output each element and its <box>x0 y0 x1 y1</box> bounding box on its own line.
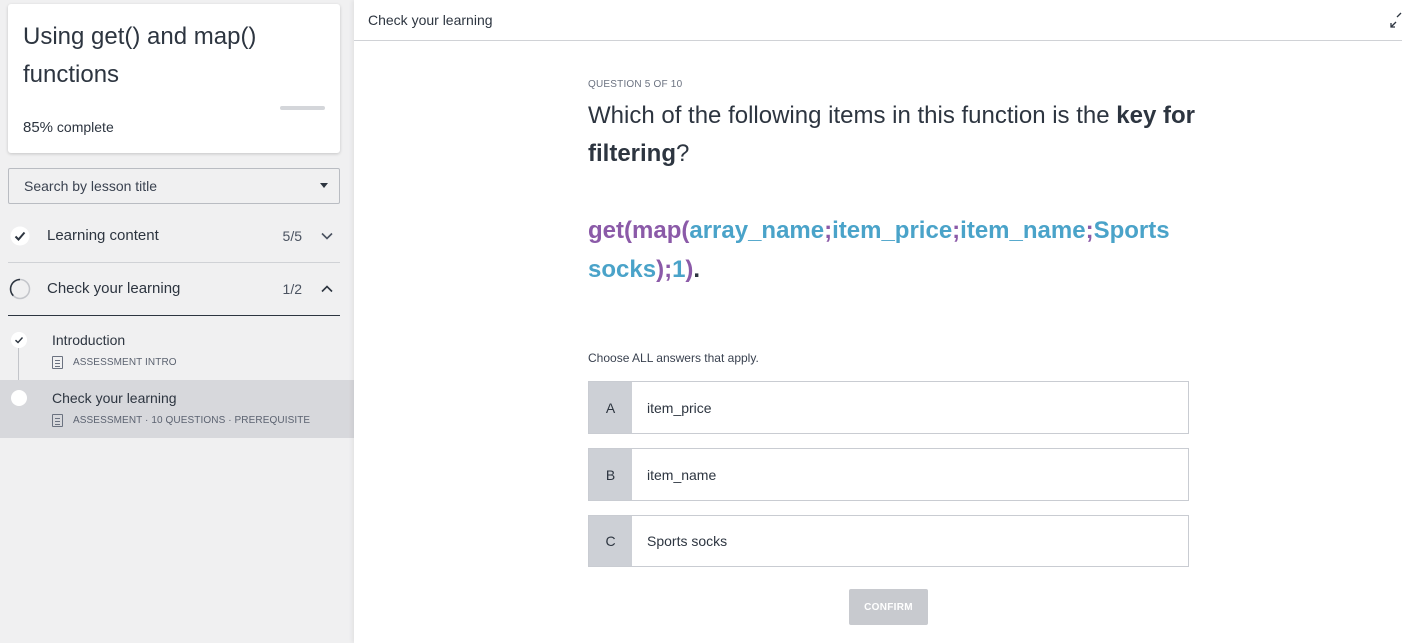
formula-get: get( <box>588 217 632 244</box>
sidebar: Using get() and map() functions 85% comp… <box>0 0 354 643</box>
lesson-meta-text: ASSESSMENT · 10 QUESTIONS · PREREQUISITE <box>73 414 311 426</box>
formula: get(map(array_name;item_price;item_name;… <box>588 211 1208 289</box>
formula-period: . <box>693 256 701 283</box>
formula-arg-item-name: item_name <box>960 217 1086 244</box>
progress-text: 85% complete <box>23 119 114 136</box>
section-label: Check your learning <box>47 280 181 297</box>
lesson-item-check-your-learning[interactable]: Check your learning ASSESSMENT · 10 QUES… <box>0 380 354 438</box>
formula-arg-array-name: array_name <box>689 217 825 244</box>
lesson-search-dropdown[interactable]: Search by lesson title <box>8 168 340 204</box>
lesson-current-dot-icon <box>11 390 27 406</box>
option-text: Sports socks <box>647 533 728 549</box>
formula-separator: ; <box>824 217 833 244</box>
option-letter: C <box>589 516 632 566</box>
progress-suffix: complete <box>56 119 114 135</box>
section-label: Learning content <box>47 227 159 244</box>
answer-instruction: Choose ALL answers that apply. <box>588 351 759 365</box>
checkmark-icon <box>10 226 30 246</box>
formula-close-paren: ) <box>656 256 665 283</box>
document-icon <box>52 355 63 369</box>
option-text: item_name <box>647 466 717 483</box>
lesson-complete-check-icon <box>11 332 27 348</box>
confirm-button[interactable]: CONFIRM <box>849 589 928 625</box>
lesson-item-introduction[interactable]: Introduction ASSESSMENT INTRO <box>0 322 354 388</box>
option-letter: A <box>589 382 632 433</box>
course-title: Using get() and map() functions <box>23 23 257 88</box>
progress-ring-icon <box>9 278 31 300</box>
option-letter: B <box>589 449 632 500</box>
chevron-up-icon <box>321 285 333 293</box>
question-text-end: ? <box>676 140 690 167</box>
course-card: Using get() and map() functions 85% comp… <box>8 4 340 153</box>
formula-separator: ; <box>952 217 961 244</box>
formula-arg-item-price: item_price <box>832 217 953 244</box>
lesson-meta: ASSESSMENT INTRO <box>52 355 177 369</box>
progress-percent: 85% <box>23 119 54 136</box>
section-check-your-learning[interactable]: Check your learning 1/2 <box>8 264 340 316</box>
question-counter: QUESTION 5 OF 10 <box>588 79 683 90</box>
section-learning-content[interactable]: Learning content 5/5 <box>8 211 340 263</box>
lesson-title: Check your learning <box>52 390 177 406</box>
chevron-down-icon <box>321 232 333 240</box>
formula-map: map( <box>632 217 690 244</box>
question-text: Which of the following items in this fun… <box>588 97 1208 173</box>
answer-option-a[interactable]: A item_price <box>588 381 1189 434</box>
document-icon <box>52 413 63 427</box>
lesson-meta-text: ASSESSMENT INTRO <box>73 356 177 368</box>
caret-down-icon <box>320 183 328 188</box>
top-bar: Check your learning <box>354 0 1402 41</box>
option-text: item_price <box>647 399 712 416</box>
top-bar-title: Check your learning <box>368 12 493 28</box>
lesson-meta: ASSESSMENT · 10 QUESTIONS · PREREQUISITE <box>52 413 310 427</box>
expand-icon[interactable] <box>1390 12 1402 28</box>
answer-option-c[interactable]: C Sports socks <box>588 515 1189 567</box>
answer-option-b[interactable]: B item_name <box>588 448 1189 501</box>
search-placeholder: Search by lesson title <box>24 178 158 194</box>
question-text-plain: Which of the following items in this fun… <box>588 102 1117 129</box>
progress-bar <box>280 106 325 110</box>
section-count: 1/2 <box>282 281 302 297</box>
formula-separator: ; <box>1085 217 1094 244</box>
main-content: Check your learning QUESTION 5 OF 10 Whi… <box>354 0 1402 643</box>
formula-arg-index: 1 <box>672 256 686 283</box>
lesson-title: Introduction <box>52 332 126 348</box>
formula-separator: ; <box>664 256 673 283</box>
section-count: 5/5 <box>282 228 302 244</box>
